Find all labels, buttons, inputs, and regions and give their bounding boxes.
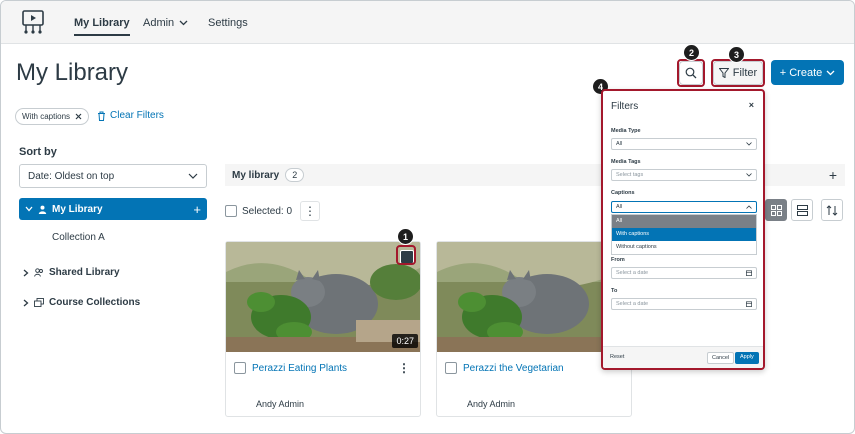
captions-select[interactable]: All (611, 201, 757, 213)
top-nav: My Library Admin Settings (1, 1, 854, 44)
captions-option-without[interactable]: Without captions (612, 241, 756, 254)
clear-filters-label: Clear Filters (110, 110, 164, 121)
media-title-link[interactable]: Perazzi the Vegetarian (463, 363, 564, 374)
tree-item-shared-library[interactable]: Shared Library (23, 267, 120, 278)
chevron-right-icon (23, 299, 29, 306)
captions-badge-highlight (396, 245, 416, 265)
from-date-input[interactable]: Select a date (611, 267, 757, 279)
nav-admin-label: Admin (143, 17, 175, 29)
create-button[interactable]: + Create (771, 60, 844, 85)
library-count-badge: 2 (285, 168, 305, 182)
nav-my-library[interactable]: My Library (74, 17, 130, 36)
chevron-down-icon (746, 173, 752, 177)
captions-option-with[interactable]: With captions (612, 228, 756, 241)
users-icon (34, 268, 43, 277)
selection-row: Selected: 0 ⋮ (225, 201, 321, 221)
list-view-icon (796, 204, 808, 216)
to-placeholder: Select a date (616, 301, 649, 307)
library-title: My library (232, 169, 280, 181)
media-title-link[interactable]: Perazzi Eating Plants (252, 363, 347, 374)
add-collection-icon[interactable]: + (193, 202, 201, 217)
media-tags-select[interactable]: Select tags (611, 169, 757, 181)
media-tags-placeholder: Select tags (616, 172, 644, 178)
media-author: Andy Admin (256, 399, 305, 409)
tree-item-label: Collection A (52, 232, 105, 243)
clear-filters-link[interactable]: Clear Filters (97, 110, 164, 121)
captions-dropdown: All With captions Without captions (611, 214, 757, 255)
callout-3: 3 (728, 46, 745, 63)
sort-label: Sort by (19, 146, 57, 158)
trash-icon (98, 111, 105, 121)
add-icon[interactable]: + (829, 167, 837, 183)
chevron-right-icon (23, 269, 29, 276)
media-duration: 0:27 (392, 334, 418, 348)
sort-order-button[interactable] (821, 199, 843, 221)
media-author: Andy Admin (467, 399, 516, 409)
app-window: My Library Admin Settings My Library Fil… (0, 0, 855, 434)
select-all-checkbox[interactable] (225, 205, 237, 217)
captions-label: Captions (611, 190, 635, 196)
media-select-checkbox[interactable] (234, 362, 246, 374)
to-date-input[interactable]: Select a date (611, 298, 757, 310)
nav-settings[interactable]: Settings (208, 17, 248, 29)
sort-value: Date: Oldest on top (28, 170, 115, 182)
tree-item-my-library[interactable]: My Library + (19, 198, 207, 220)
list-view-button[interactable] (791, 199, 813, 221)
media-type-select[interactable]: All (611, 138, 757, 150)
nav-admin[interactable]: Admin (143, 17, 188, 29)
tree-item-label: My Library (52, 203, 103, 215)
close-icon[interactable]: × (749, 100, 754, 110)
captions-value: All (616, 204, 623, 210)
active-filter-label: With captions (22, 112, 71, 121)
filter-highlight (711, 59, 765, 87)
filters-panel-footer: Reset Cancel Apply (603, 346, 763, 368)
filters-panel: Filters × Media Type All Media Tags Sele… (601, 89, 765, 370)
reset-button[interactable]: Reset (610, 354, 624, 360)
sort-select[interactable]: Date: Oldest on top (19, 164, 207, 188)
from-label: From (611, 257, 625, 263)
filters-panel-title: Filters (611, 101, 639, 112)
media-tags-label: Media Tags (611, 159, 641, 165)
tree-item-label: Shared Library (49, 267, 120, 278)
tree-item-label: Course Collections (49, 297, 141, 308)
chevron-down-icon (826, 70, 835, 75)
media-kebab-icon[interactable]: ⋮ (398, 361, 410, 375)
sort-arrows-icon (826, 204, 838, 216)
media-select-checkbox[interactable] (445, 362, 457, 374)
media-thumbnail[interactable]: 0:27 (226, 242, 420, 352)
cancel-button[interactable]: Cancel (707, 352, 735, 364)
user-icon (38, 205, 47, 214)
chevron-down-icon (179, 20, 188, 26)
from-placeholder: Select a date (616, 270, 649, 276)
close-icon[interactable] (75, 113, 82, 120)
media-card[interactable]: 0:27 Perazzi Eating Plants ⋮ Andy Admin (225, 241, 421, 417)
grid-view-button[interactable] (765, 199, 787, 221)
media-type-label: Media Type (611, 128, 641, 134)
apply-button[interactable]: Apply (735, 352, 759, 364)
callout-1: 1 (397, 228, 414, 245)
callout-2: 2 (683, 44, 700, 61)
collections-icon (34, 298, 44, 307)
media-title-row: Perazzi the Vegetarian (445, 362, 564, 374)
captions-option-all[interactable]: All (612, 215, 756, 228)
selected-count: Selected: 0 (242, 205, 293, 217)
search-highlight (677, 59, 705, 87)
active-filter-pill[interactable]: With captions (15, 108, 90, 125)
create-button-label: + Create (779, 66, 823, 79)
media-type-value: All (616, 141, 623, 147)
to-label: To (611, 288, 618, 294)
bulk-actions-kebab-icon[interactable]: ⋮ (300, 201, 321, 221)
media-title-row: Perazzi Eating Plants (234, 362, 347, 374)
tree-item-collection-a[interactable]: Collection A (52, 232, 105, 243)
calendar-icon[interactable] (746, 301, 752, 307)
grid-icon (770, 204, 782, 216)
tree-item-course-collections[interactable]: Course Collections (23, 297, 140, 308)
calendar-icon[interactable] (746, 270, 752, 276)
chevron-down-icon (25, 206, 33, 212)
page-title: My Library (16, 59, 129, 86)
media-library-logo-icon (22, 10, 44, 34)
chevron-up-icon (746, 205, 752, 209)
chevron-down-icon (746, 142, 752, 146)
chevron-down-icon (188, 173, 198, 179)
